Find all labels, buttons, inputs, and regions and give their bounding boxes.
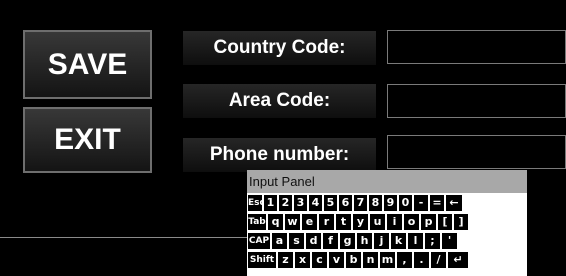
key-r2c4[interactable]: f xyxy=(323,233,338,249)
key-enter[interactable]: ↵ xyxy=(448,252,468,268)
key-r0c10[interactable]: 0 xyxy=(399,195,412,211)
key-r3c8[interactable]: , xyxy=(397,252,412,268)
key-r3c9[interactable]: . xyxy=(414,252,429,268)
phone-number-field[interactable] xyxy=(387,135,566,169)
key-r3c3[interactable]: c xyxy=(312,252,327,268)
key-shift[interactable]: Shift xyxy=(248,252,276,268)
key-r3c6[interactable]: n xyxy=(363,252,378,268)
exit-button[interactable]: EXIT xyxy=(23,107,152,173)
key-r0c3[interactable]: 3 xyxy=(294,195,307,211)
input-panel: Input Panel Esc1234567890-=← Tabqwertyuio… xyxy=(247,170,527,276)
key-r1c8[interactable]: i xyxy=(387,214,402,230)
phone-number-label: Phone number: xyxy=(183,138,376,172)
key-r2c8[interactable]: k xyxy=(391,233,406,249)
key-r2c2[interactable]: s xyxy=(289,233,304,249)
key-r0c2[interactable]: 2 xyxy=(279,195,292,211)
keyboard-row: CAP a s d f g h j k l; ' xyxy=(248,233,527,249)
key-r1c11[interactable]: [ xyxy=(438,214,452,230)
key-r3c4[interactable]: v xyxy=(329,252,344,268)
key-r0c11[interactable]: - xyxy=(414,195,428,211)
key-r0c4[interactable]: 4 xyxy=(309,195,322,211)
key-r0c12[interactable]: = xyxy=(430,195,444,211)
key-r3c7[interactable]: m xyxy=(380,252,395,268)
key-r1c5[interactable]: t xyxy=(336,214,351,230)
key-r1c12[interactable]: ] xyxy=(454,214,468,230)
key-r2c11[interactable]: ' xyxy=(442,233,457,249)
key-r0c8[interactable]: 8 xyxy=(369,195,382,211)
keyboard-row: Shift z x c v b n m,. / ↵ xyxy=(248,252,527,268)
key-caps-lock[interactable]: CAP xyxy=(248,233,270,249)
keyboard-row: Esc1234567890-=← xyxy=(248,195,527,211)
key-r0c9[interactable]: 9 xyxy=(384,195,397,211)
key-r2c3[interactable]: d xyxy=(306,233,321,249)
key-r0c5[interactable]: 5 xyxy=(324,195,337,211)
key-r1c9[interactable]: o xyxy=(404,214,419,230)
key-r1c4[interactable]: r xyxy=(319,214,334,230)
key-r2c7[interactable]: j xyxy=(374,233,389,249)
key-r0c1[interactable]: 1 xyxy=(264,195,277,211)
key-backspace[interactable]: ← xyxy=(446,195,462,211)
key-r3c10[interactable]: / xyxy=(431,252,446,268)
key-tab[interactable]: Tab xyxy=(248,214,266,230)
key-r0c6[interactable]: 6 xyxy=(339,195,352,211)
key-r1c2[interactable]: w xyxy=(285,214,300,230)
key-r1c7[interactable]: u xyxy=(370,214,385,230)
key-r3c5[interactable]: b xyxy=(346,252,361,268)
save-button[interactable]: SAVE xyxy=(23,30,152,99)
key-r2c6[interactable]: h xyxy=(357,233,372,249)
country-code-label: Country Code: xyxy=(183,31,376,65)
key-r1c6[interactable]: y xyxy=(353,214,368,230)
key-r1c3[interactable]: e xyxy=(302,214,317,230)
key-r3c1[interactable]: z xyxy=(278,252,293,268)
country-code-field[interactable] xyxy=(387,30,566,64)
pointer-line xyxy=(0,237,247,238)
key-r3c2[interactable]: x xyxy=(295,252,310,268)
area-code-label: Area Code: xyxy=(183,84,376,118)
keyboard-row: Tab q w e r t y u i o p[] xyxy=(248,214,527,230)
key-r2c1[interactable]: a xyxy=(272,233,287,249)
key-r2c9[interactable]: l xyxy=(408,233,423,249)
key-esc[interactable]: Esc xyxy=(248,195,262,211)
area-code-field[interactable] xyxy=(387,84,566,118)
key-r1c1[interactable]: q xyxy=(268,214,283,230)
key-r2c5[interactable]: g xyxy=(340,233,355,249)
key-r1c10[interactable]: p xyxy=(421,214,436,230)
input-panel-title[interactable]: Input Panel xyxy=(247,170,527,193)
on-screen-keyboard: Esc1234567890-=← Tabqwertyuiop[] CAPasdfgh… xyxy=(247,193,527,268)
key-r0c7[interactable]: 7 xyxy=(354,195,367,211)
key-r2c10[interactable]: ; xyxy=(425,233,440,249)
